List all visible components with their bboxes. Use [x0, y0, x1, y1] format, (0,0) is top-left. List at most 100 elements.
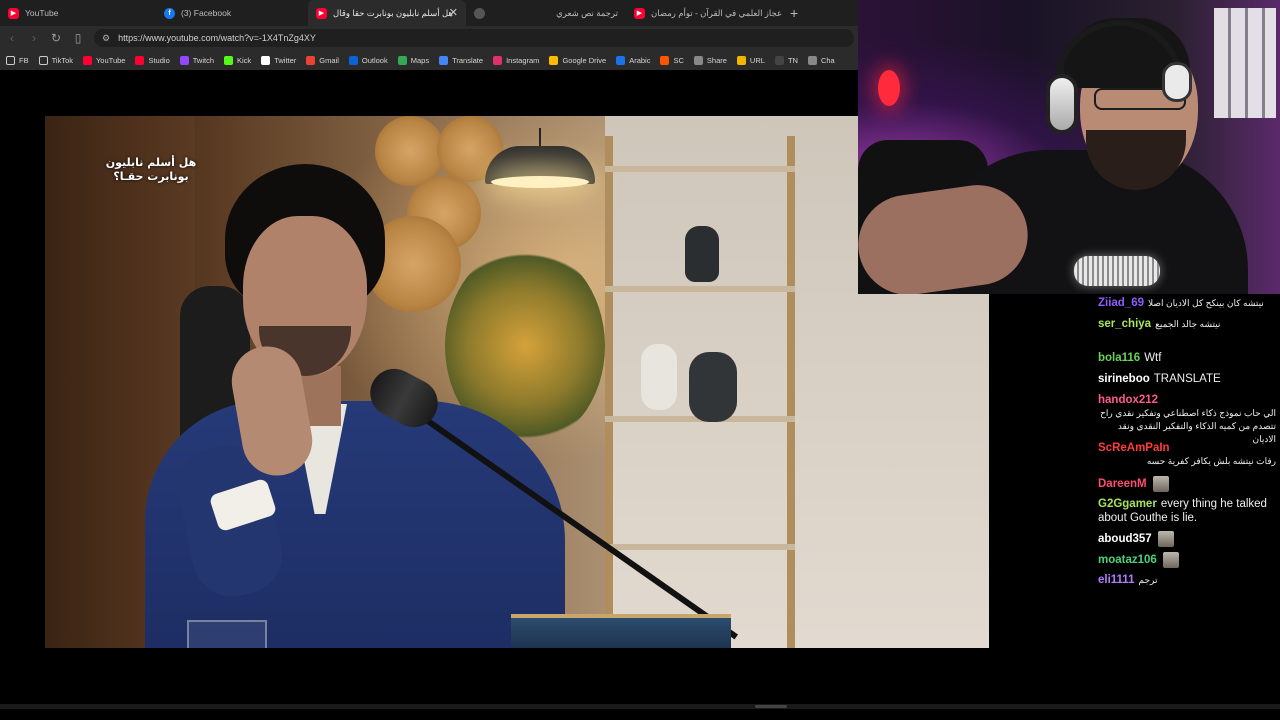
chat-message: handox212 الي حاب نموذج ذكاء اصطناعي وتفك…: [1098, 393, 1276, 446]
youtube-icon: ▶: [8, 7, 19, 19]
site-info-icon[interactable]: ⚙: [102, 33, 110, 44]
youtube-icon: [82, 55, 92, 65]
chat-message: DareenM: [1098, 476, 1276, 492]
chat-username[interactable]: ScReAmPaIn: [1098, 442, 1170, 454]
back-icon[interactable]: ‹: [2, 28, 22, 48]
url-icon: [736, 55, 746, 65]
forward-icon[interactable]: ›: [24, 28, 44, 48]
emote-icon: [1157, 531, 1174, 547]
bookmark-arabic[interactable]: Arabic: [616, 55, 651, 65]
new-tab-icon[interactable]: +: [782, 5, 806, 21]
share-icon: [693, 55, 703, 65]
browser-tab-label: الإعجاز العلمي في القرآن - توأم رمضان: [651, 7, 782, 18]
chat-username[interactable]: eli1111: [1098, 574, 1134, 586]
glass: [187, 620, 267, 648]
book: [511, 614, 731, 648]
youtube-icon: ▶: [316, 7, 327, 19]
chat-username[interactable]: bola116: [1098, 352, 1140, 364]
reload-icon[interactable]: ↻: [46, 28, 66, 48]
bookmark-sc[interactable]: SC: [660, 55, 684, 65]
chat-message-text: نيتشه جالد الجميع: [1155, 319, 1221, 329]
bottom-bar: [0, 704, 1280, 709]
chat-username[interactable]: moataz106: [1098, 554, 1157, 566]
chat-message: aboud357: [1098, 531, 1276, 547]
bookmark-label: Gmail: [319, 55, 339, 65]
tn-icon: [774, 55, 784, 65]
bookmark-url[interactable]: URL: [736, 55, 765, 65]
bookmark-icon[interactable]: ▯: [68, 28, 88, 48]
emote-icon: [1152, 476, 1169, 492]
bookmarks-bar: FB TikTok YouTube Studio Twitch Kick Twitter Gm…: [0, 50, 858, 70]
web-icon: [474, 7, 485, 19]
chat-username[interactable]: Ziiad_69: [1098, 297, 1144, 309]
bookmark-tn[interactable]: TN: [774, 55, 798, 65]
chat-message-text: رفات نيتشه بلش يكافر كفرية حسه: [1146, 456, 1276, 466]
url-input[interactable]: ⚙ https://www.youtube.com/watch?v=-1X4Tn…: [94, 29, 854, 47]
chat-icon: [807, 55, 817, 65]
x-icon: [261, 55, 271, 65]
bookmark-label: Share: [706, 55, 727, 65]
bookmark-fb[interactable]: FB: [6, 55, 29, 65]
chat-username[interactable]: sirineboo: [1098, 373, 1150, 385]
streamer-webcam: [858, 0, 1280, 294]
bookmark-google-drive[interactable]: Google Drive: [549, 55, 606, 65]
chat-username[interactable]: G2Ggamer: [1098, 498, 1157, 510]
bookmark-outlook[interactable]: Outlook: [348, 55, 388, 65]
chat-message: bola116 Wtf: [1098, 351, 1276, 365]
chat-message: ScReAmPaIn رفات نيتشه بلش يكافر كفرية حسه: [1098, 441, 1276, 468]
stream-chat: Ziiad_69 نيتشه كان بينكح كل الاديان اصلا s…: [1098, 294, 1278, 594]
chat-username[interactable]: ser_chiya: [1098, 318, 1151, 330]
bookmark-label: Outlook: [361, 55, 388, 65]
browser-tab[interactable]: ▶ الإعجاز العلمي في القرآن - توأم رمضان: [626, 0, 782, 26]
chat-username[interactable]: DareenM: [1098, 478, 1147, 490]
scroll-handle[interactable]: [755, 705, 787, 708]
bookmark-label: SC: [673, 55, 684, 65]
bookmark-studio[interactable]: Studio: [135, 55, 170, 65]
close-tab-icon[interactable]: ✕: [449, 6, 458, 19]
chat-username[interactable]: handox212: [1098, 394, 1158, 406]
dark-vase: [689, 352, 737, 422]
video-title-overlay: هل أسلم نابليون بونابرت حقـا؟: [105, 156, 197, 184]
bookmark-youtube[interactable]: YouTube: [82, 55, 126, 65]
bookmark-label: URL: [749, 55, 765, 65]
chat-message: sirineboo TRANSLATE: [1098, 372, 1276, 386]
bookmark-label: Kick: [237, 55, 252, 65]
shelf: [605, 286, 795, 292]
bookmark-share[interactable]: Share: [693, 55, 727, 65]
bookmark-twitter[interactable]: Twitter: [261, 55, 297, 65]
browser-tab-label: هل أسلم نابليون بونابرت حقا وقال: [333, 7, 453, 18]
bookmark-cha[interactable]: Cha: [807, 55, 835, 65]
bookmark-kick[interactable]: Kick: [224, 55, 252, 65]
bookmark-maps[interactable]: Maps: [397, 55, 429, 65]
bookmark-translate[interactable]: Translate: [439, 55, 483, 65]
browser-tab-label: YouTube: [25, 8, 59, 18]
chat-message-text: TRANSLATE: [1153, 373, 1221, 385]
bookmark-label: YouTube: [95, 55, 126, 65]
bookmark-gmail[interactable]: Gmail: [306, 55, 339, 65]
browser-tab-bar: ▶ YouTube f (3) Facebook ▶ هل أسلم نابليون بو…: [0, 0, 858, 26]
kick-icon: [224, 55, 234, 65]
folder-icon: [6, 55, 15, 65]
chat-message-text: نيتشه كان بينكح كل الاديان اصلا: [1148, 298, 1264, 308]
chat-message: moataz106: [1098, 552, 1276, 568]
browser-tab[interactable]: ترجمة نص شعري: [466, 0, 626, 26]
arabic-icon: [616, 55, 626, 65]
outlook-icon: [348, 55, 358, 65]
browser-tab[interactable]: ▶ YouTube: [0, 0, 156, 26]
browser-tab[interactable]: f (3) Facebook: [156, 0, 308, 26]
chat-username[interactable]: aboud357: [1098, 533, 1152, 545]
sc-icon: [660, 55, 670, 65]
bookmark-label: Arabic: [629, 55, 651, 65]
bookmark-instagram[interactable]: Instagram: [493, 55, 539, 65]
browser-tab[interactable]: ▶ هل أسلم نابليون بونابرت حقا وقال ✕: [308, 0, 466, 26]
chat-message-text: ترجم: [1138, 575, 1158, 585]
video-player[interactable]: هل أسلم نابليون بونابرت حقـا؟: [45, 116, 989, 648]
chat-message: G2Ggamer every thing he talked about Gout…: [1098, 497, 1276, 525]
drive-icon: [549, 55, 559, 65]
bookmark-twitch[interactable]: Twitch: [179, 55, 214, 65]
bookmark-tiktok[interactable]: TikTok: [38, 55, 73, 65]
bookmark-label: FB: [19, 55, 29, 65]
studio-icon: [135, 55, 145, 65]
shelf: [605, 544, 795, 550]
bookmark-label: Twitter: [274, 55, 297, 65]
